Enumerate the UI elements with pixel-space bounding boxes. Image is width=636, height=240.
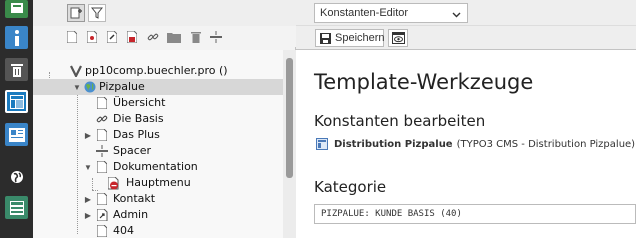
expand-arrow-icon[interactable]: ▶ <box>83 130 93 140</box>
tree-node-label: Übersicht <box>113 96 166 109</box>
page-icon <box>95 192 109 206</box>
tree-node-hauptmenu[interactable]: Hauptmenu <box>33 175 283 191</box>
tree-node-die-basis[interactable]: Die Basis <box>33 111 283 127</box>
category-title: Kategorie <box>314 178 387 196</box>
expand-arrow-icon[interactable]: ▶ <box>83 210 93 220</box>
page-type-shortcut-icon[interactable] <box>105 30 119 44</box>
tree-node-label: Kontakt <box>113 192 156 205</box>
tree-node-dokumentation[interactable]: ▼ Dokumentation <box>33 159 283 175</box>
tree-node-spacer[interactable]: Spacer <box>33 143 283 159</box>
globe-module-icon[interactable] <box>5 165 28 188</box>
tree-root-label: pp10comp.buechler.pro () <box>85 64 228 77</box>
template-record-name: Distribution Pizpalue <box>334 138 453 150</box>
view-page-button[interactable] <box>388 29 408 47</box>
tree-node-uebersicht[interactable]: Übersicht <box>33 95 283 111</box>
tree-node-das-plus[interactable]: ▶ Das Plus <box>33 127 283 143</box>
template-module-icon[interactable] <box>5 90 28 113</box>
page-icon <box>95 160 109 174</box>
link-page-icon <box>95 112 109 126</box>
tree-node-label: Spacer <box>113 144 152 157</box>
tree-node-label: Pizpalue <box>99 80 145 93</box>
template-record-icon <box>316 138 328 150</box>
filter-button[interactable] <box>88 4 106 22</box>
function-menu-value: Konstanten-Editor <box>320 7 409 19</box>
page-tree: pp10comp.buechler.pro () ▼ Pizpalue Über… <box>33 50 296 238</box>
chevron-down-icon <box>452 9 461 21</box>
trash-icon[interactable] <box>189 30 203 44</box>
template-record-detail: (TYPO3 CMS - Distribution Pizpalue) <box>456 138 636 150</box>
tree-node-404[interactable]: 404 <box>33 223 283 239</box>
page-icon <box>95 96 109 110</box>
page-module-icon[interactable] <box>5 0 28 18</box>
spacer-icon[interactable] <box>209 30 223 44</box>
page-type-toolbar <box>33 26 296 47</box>
recycler-module-icon[interactable] <box>5 58 28 81</box>
shortcut-page-icon <box>95 208 109 222</box>
page-type-mountpoint-icon[interactable] <box>125 30 139 44</box>
info-module-icon[interactable] <box>5 26 28 49</box>
page-type-backend-user-icon[interactable] <box>85 30 99 44</box>
spacer-page-icon <box>95 144 109 158</box>
view-module-icon[interactable] <box>5 123 28 146</box>
page-tree-pane: pp10comp.buechler.pro () ▼ Pizpalue Über… <box>33 0 322 238</box>
save-button[interactable]: Speichern <box>315 29 385 47</box>
tree-node-kontakt[interactable]: ▶ Kontakt <box>33 191 283 207</box>
tree-node-label: 404 <box>113 224 134 237</box>
new-page-button[interactable] <box>67 4 85 22</box>
collapse-arrow-icon[interactable]: ▼ <box>83 162 93 172</box>
category-select[interactable]: PIZPALUE: KUNDE BASIS (40) <box>314 204 636 224</box>
page-icon <box>95 128 109 142</box>
tree-node-pizpalue[interactable]: ▼ Pizpalue <box>33 79 283 95</box>
tree-node-label: Hauptmenu <box>126 176 191 189</box>
function-menu-select[interactable]: Konstanten-Editor <box>314 3 468 23</box>
module-menu <box>0 0 33 238</box>
save-icon <box>320 32 331 44</box>
list-module-icon[interactable] <box>5 196 28 219</box>
category-select-value: PIZPALUE: KUNDE BASIS (40) <box>321 209 462 219</box>
page-title: Template-Werkzeuge <box>314 70 534 94</box>
template-record-row[interactable]: Distribution Pizpalue (TYPO3 CMS - Distr… <box>316 137 635 151</box>
expand-arrow-icon[interactable]: ▶ <box>83 194 93 204</box>
tree-node-label: Das Plus <box>113 128 160 141</box>
save-label: Speichern <box>335 32 385 44</box>
tree-root[interactable]: pp10comp.buechler.pro () <box>33 63 283 79</box>
tree-node-label: Die Basis <box>113 112 164 125</box>
page-type-standard-icon[interactable] <box>65 30 79 44</box>
view-icon <box>391 32 405 44</box>
page-icon <box>95 224 109 238</box>
typo3-root-icon <box>69 64 83 78</box>
globe-page-icon <box>83 80 97 94</box>
tree-node-admin[interactable]: ▶ Admin <box>33 207 283 223</box>
hidden-page-icon <box>107 176 121 190</box>
tree-toolbar <box>33 0 296 26</box>
link-icon[interactable] <box>146 30 160 44</box>
collapse-arrow-icon[interactable]: ▼ <box>72 82 82 92</box>
section-title: Konstanten bearbeiten <box>314 112 486 130</box>
folder-icon[interactable] <box>167 30 181 44</box>
tree-scrollbar-thumb[interactable] <box>286 58 293 178</box>
tree-node-label: Admin <box>113 208 149 221</box>
tree-node-label: Dokumentation <box>113 160 198 173</box>
